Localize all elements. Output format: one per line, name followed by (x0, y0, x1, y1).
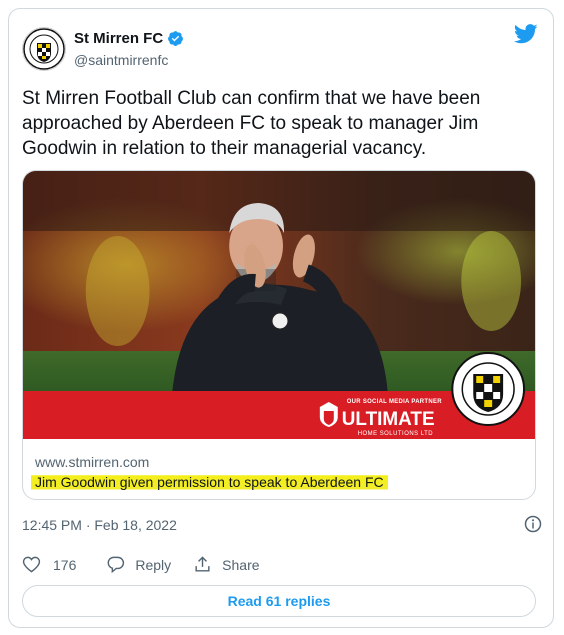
like-button[interactable]: 176 (22, 555, 76, 574)
like-count: 176 (53, 556, 77, 573)
reply-button[interactable]: Reply (106, 555, 171, 574)
share-icon (195, 556, 210, 572)
handle[interactable]: @saintmirrenfc (74, 52, 168, 68)
partner-subtitle: HOME SOLUTIONS LTD (358, 431, 434, 437)
partner-caption: OUR SOCIAL MEDIA PARTNER (347, 399, 442, 405)
link-preview-card[interactable]: OUR SOCIAL MEDIA PARTNER ULTIMATE HOME S… (22, 170, 536, 500)
tweet-text: St Mirren Football Club can confirm that… (22, 88, 481, 159)
partner-name: ULTIMATE (342, 409, 435, 430)
twitter-bird-icon[interactable] (514, 24, 538, 44)
article-photo: OUR SOCIAL MEDIA PARTNER ULTIMATE HOME S… (23, 171, 535, 439)
share-label: Share (222, 556, 260, 573)
verified-badge-icon (168, 31, 184, 46)
st-mirren-crest (451, 352, 526, 426)
tweet-actions: 176 Reply Share (22, 555, 282, 574)
info-icon[interactable] (524, 515, 542, 533)
display-name[interactable]: St Mirren FC (74, 30, 163, 47)
reply-icon (107, 556, 125, 574)
link-title[interactable]: Jim Goodwin given permission to speak to… (31, 473, 388, 491)
share-button[interactable]: Share (193, 555, 260, 574)
heart-icon (22, 556, 41, 573)
link-domain: www.stmirren.com (35, 454, 150, 470)
reply-label: Reply (135, 556, 172, 573)
link-meta[interactable]: www.stmirren.com Jim Goodwin given permi… (23, 439, 535, 499)
read-replies-button[interactable]: Read 61 replies (22, 585, 536, 617)
avatar[interactable] (22, 27, 66, 71)
tweet-timestamp[interactable]: 12:45 PM · Feb 18, 2022 (22, 517, 177, 533)
